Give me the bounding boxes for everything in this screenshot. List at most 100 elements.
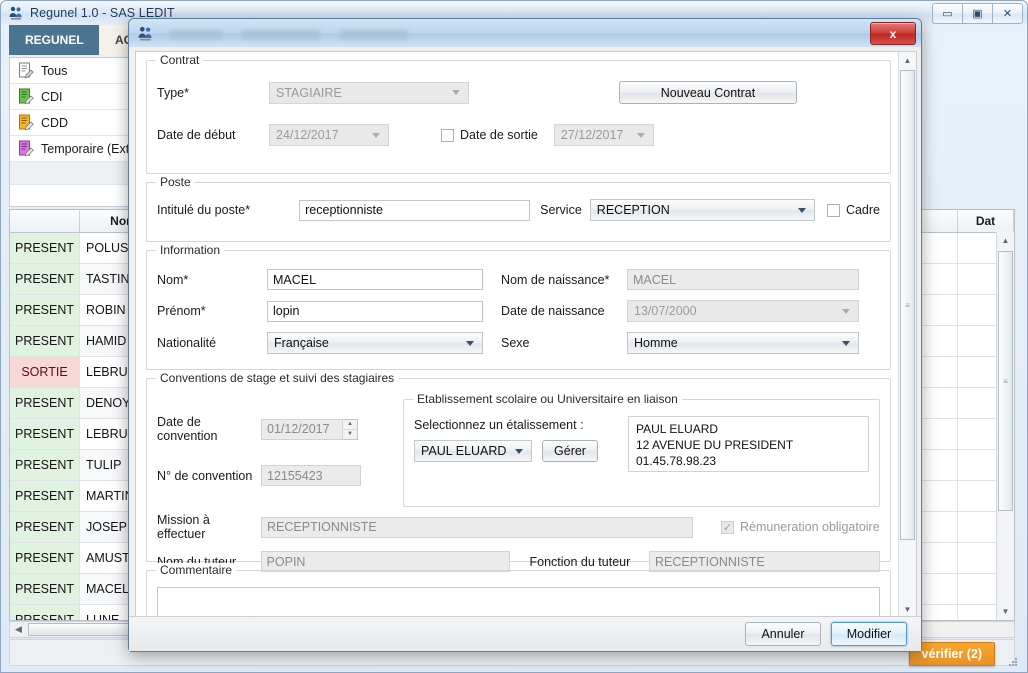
grid-scroll-thumb[interactable]: ≡ — [998, 251, 1013, 511]
nom-naissance-input[interactable]: MACEL — [627, 269, 859, 290]
filter-label-temporaire: Temporaire (Extra — [41, 141, 141, 156]
grid-cell-status: SORTIE — [10, 357, 80, 387]
etablissement-info-line3: 01.45.78.98.23 — [636, 454, 717, 468]
dialog-footer: Annuler Modifier — [129, 616, 921, 651]
modifier-button[interactable]: Modifier — [831, 622, 907, 646]
chevron-down-icon — [842, 340, 850, 346]
numero-convention-input[interactable]: 12155423 — [261, 465, 361, 486]
sexe-combo[interactable]: Homme — [627, 332, 859, 354]
label-nom-naissance: Nom de naissance* — [501, 272, 610, 287]
label-type: Type* — [157, 85, 189, 100]
filter-label-tous: Tous — [41, 63, 68, 78]
group-etablissement: Etablissement scolaire ou Universitaire … — [403, 392, 880, 507]
grid-cell-status: PRESENT — [10, 512, 80, 542]
label-cadre: Cadre — [845, 203, 880, 217]
grid-header-status[interactable] — [10, 210, 80, 232]
dialog-title-redacted-1 — [170, 29, 222, 39]
cadre-checkbox[interactable] — [826, 203, 840, 217]
annuler-button[interactable]: Annuler — [745, 622, 821, 646]
grid-scroll-down-icon[interactable]: ▼ — [997, 603, 1014, 620]
filter-label-cdd: CDD — [41, 115, 69, 130]
label-remuneration: Rémuneration obligatoire — [740, 520, 880, 534]
date-naissance-value: 13/07/2000 — [634, 304, 697, 318]
etablissement-combo[interactable]: PAUL ELUARD — [414, 440, 532, 462]
dialog-vertical-scrollbar[interactable]: ▲ ≡ ▼ — [898, 52, 916, 618]
label-intitule-poste: Intitulé du poste* — [157, 203, 251, 217]
close-button[interactable]: ✕ — [992, 3, 1023, 24]
prenom-input[interactable]: lopin — [267, 300, 483, 322]
grid-hscroll-left-icon[interactable]: ◀ — [10, 624, 27, 635]
dialog-close-button[interactable]: x — [870, 22, 916, 45]
chevron-down-icon — [797, 207, 806, 213]
grid-cell-status: PRESENT — [10, 543, 80, 573]
contract-edit-dialog: x Contrat Type* STAGIAIRE Nouveau Contra… — [128, 18, 922, 652]
dialog-scroll-content: Contrat Type* STAGIAIRE Nouveau Contrat … — [136, 52, 901, 618]
mission-input[interactable]: RECEPTIONNISTE — [261, 516, 693, 538]
group-conventions-title: Conventions de stage et suivi des stagia… — [156, 371, 399, 385]
grid-cell-status: PRESENT — [10, 326, 80, 356]
service-combo-value: RECEPTION — [596, 203, 670, 217]
group-poste-title: Poste — [156, 175, 195, 189]
date-convention-input[interactable]: 01/12/2017 — [261, 418, 343, 440]
sexe-combo-value: Homme — [634, 336, 678, 350]
intitule-poste-input[interactable]: receptionniste — [299, 199, 531, 221]
chevron-down-icon — [636, 132, 645, 138]
chevron-down-icon — [452, 90, 460, 95]
tab-regunel[interactable]: REGUNEL — [9, 25, 100, 55]
service-combo[interactable]: RECEPTION — [589, 199, 815, 221]
etablissement-info-line1: PAUL ELUARD — [636, 422, 719, 436]
chevron-down-icon — [466, 340, 474, 346]
date-sortie-checkbox[interactable] — [441, 128, 454, 142]
date-naissance-combo[interactable]: 13/07/2000 — [627, 300, 859, 322]
gerer-button[interactable]: Gérer — [542, 440, 598, 462]
grid-cell-status: PRESENT — [10, 419, 80, 449]
date-convention-spinner[interactable]: ▲ ▼ — [343, 418, 358, 440]
label-date-convention: Date de convention — [157, 415, 218, 443]
maximize-button[interactable]: ▣ — [962, 3, 993, 24]
group-poste: Poste Intitulé du poste* receptionniste … — [146, 175, 891, 242]
fonction-tuteur-input[interactable]: RECEPTIONNISTE — [648, 551, 880, 572]
dialog-body: Contrat Type* STAGIAIRE Nouveau Contrat … — [135, 51, 917, 619]
label-mission: Mission à effectuer — [157, 513, 210, 541]
group-conventions: Conventions de stage et suivi des stagia… — [146, 371, 891, 572]
chevron-down-icon — [515, 448, 523, 454]
grid-vertical-scrollbar[interactable]: ▲ ≡ ▼ — [996, 232, 1014, 620]
group-contrat: Contrat Type* STAGIAIRE Nouveau Contrat … — [146, 53, 891, 174]
grid-cell-status: PRESENT — [10, 264, 80, 294]
nom-tuteur-input[interactable]: POPIN — [260, 551, 510, 572]
document-purple-icon — [18, 140, 34, 158]
grid-header-dat[interactable]: Dat — [958, 210, 1014, 232]
date-sortie-combo[interactable]: 27/12/2017 — [553, 124, 654, 146]
label-date-debut: Date de début — [157, 128, 236, 142]
grid-cell-status: PRESENT — [10, 233, 80, 263]
nom-input[interactable]: MACEL — [267, 269, 483, 290]
grid-cell-status: PRESENT — [10, 450, 80, 480]
commentaire-textarea[interactable] — [157, 587, 880, 618]
label-nom: Nom* — [157, 272, 189, 287]
dialog-scroll-up-icon[interactable]: ▲ — [899, 52, 916, 69]
conventions-left-column: Date de convention 01/12/2017 ▲ ▼ N° de c… — [157, 393, 403, 507]
type-combo-value: STAGIAIRE — [276, 85, 342, 100]
app-people-icon — [8, 5, 24, 21]
resize-grip[interactable] — [1007, 656, 1019, 668]
label-nationalite: Nationalité — [157, 336, 217, 350]
date-sortie-value: 27/12/2017 — [560, 128, 624, 142]
group-information: Information Nom* MACEL Nom de naissance*… — [146, 243, 891, 370]
dialog-titlebar: x — [129, 19, 921, 47]
nationalite-combo[interactable]: Française — [267, 332, 483, 354]
nouveau-contrat-button[interactable]: Nouveau Contrat — [619, 81, 797, 104]
date-debut-combo[interactable]: 24/12/2017 — [269, 124, 389, 146]
grid-cell-status: PRESENT — [10, 574, 80, 604]
grid-scroll-up-icon[interactable]: ▲ — [997, 232, 1014, 249]
group-commentaire: Commentaire — [146, 563, 891, 618]
chevron-down-icon — [842, 308, 850, 314]
document-grey-icon — [18, 62, 34, 80]
grid-cell-status: PRESENT — [10, 388, 80, 418]
grid-cell-status: PRESENT — [10, 295, 80, 325]
dialog-title-redacted-3 — [340, 29, 408, 39]
dialog-scroll-thumb[interactable]: ≡ — [900, 70, 915, 540]
etablissement-combo-value: PAUL ELUARD — [421, 444, 507, 458]
remuneration-checkbox[interactable]: ✓ — [721, 520, 734, 534]
type-combo[interactable]: STAGIAIRE — [269, 81, 469, 104]
minimize-button[interactable]: ▭ — [932, 3, 963, 24]
